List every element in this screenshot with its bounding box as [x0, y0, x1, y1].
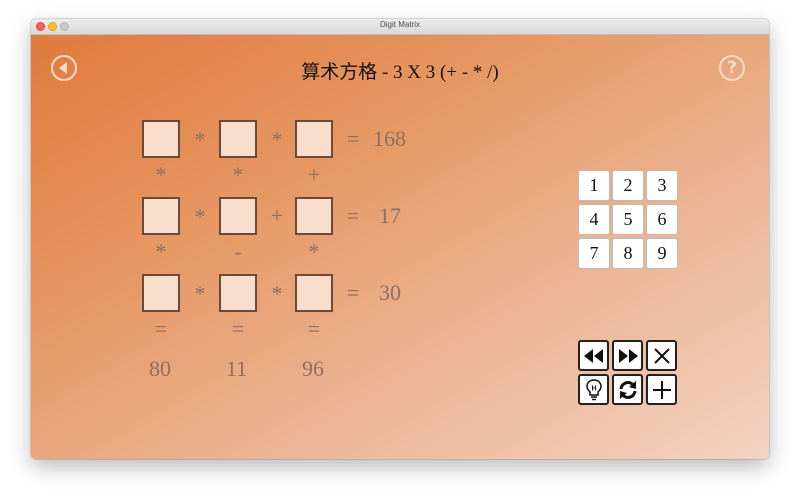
keypad-key-6[interactable]: 6	[646, 204, 678, 235]
keypad-key-5[interactable]: 5	[612, 204, 644, 235]
keypad-key-2[interactable]: 2	[612, 170, 644, 201]
refresh-icon	[619, 380, 636, 399]
close-icon	[653, 347, 670, 364]
keypad-key-3[interactable]: 3	[646, 170, 678, 201]
keypad-key-8[interactable]: 8	[612, 238, 644, 269]
plus-icon	[652, 380, 671, 399]
game-area: 算术方格 - 3 X 3 (+ - * /) ? * * = 168 * * +…	[31, 35, 769, 459]
row-operator: *	[194, 127, 206, 152]
restart-button[interactable]	[612, 374, 643, 405]
row-equals: =	[346, 126, 360, 151]
keypad-key-7[interactable]: 7	[578, 238, 610, 269]
column-operator: *	[308, 239, 320, 264]
new-puzzle-button[interactable]	[646, 374, 677, 405]
keypad-key-9[interactable]: 9	[646, 238, 678, 269]
row-operator: *	[271, 281, 283, 306]
help-button[interactable]: ?	[719, 55, 745, 81]
column-result: 11	[226, 356, 248, 381]
keypad-key-4[interactable]: 4	[578, 204, 610, 235]
grid-cell-r1c3[interactable]	[295, 120, 333, 158]
column-result: 80	[149, 356, 171, 381]
row-operator: *	[194, 281, 206, 306]
column-operator: *	[155, 162, 167, 187]
column-operator: +	[307, 162, 321, 187]
help-icon: ?	[727, 58, 737, 78]
column-operator: -	[234, 239, 242, 264]
column-operator: *	[232, 162, 244, 187]
grid-cell-r3c1[interactable]	[142, 274, 180, 312]
column-equals: =	[154, 316, 168, 341]
row-equals: =	[346, 280, 360, 305]
hint-letter: H	[591, 385, 596, 392]
grid-cell-r1c2[interactable]	[219, 120, 257, 158]
row-operator: *	[194, 204, 206, 229]
column-equals: =	[307, 316, 321, 341]
row-result: 168	[373, 126, 406, 151]
rewind-button[interactable]	[578, 340, 609, 371]
column-operator: *	[155, 239, 167, 264]
row-equals: =	[346, 203, 360, 228]
grid-cell-r3c2[interactable]	[219, 274, 257, 312]
page-title: 算术方格 - 3 X 3 (+ - * /)	[301, 62, 499, 83]
window-title: Digit Matrix	[379, 20, 420, 29]
fast-forward-button[interactable]	[612, 340, 643, 371]
clear-button[interactable]	[646, 340, 677, 371]
grid-cell-r3c3[interactable]	[295, 274, 333, 312]
lightbulb-icon: H	[585, 378, 602, 400]
grid-cell-r2c1[interactable]	[142, 197, 180, 235]
app-window: Digit Matrix 算术方格 - 3 X 3 (+ - * /) ? * …	[31, 19, 769, 459]
hint-button[interactable]: H	[578, 374, 609, 405]
row-result: 17	[379, 203, 401, 228]
row-result: 30	[379, 280, 401, 305]
row-operator: +	[270, 203, 284, 228]
grid-cell-r2c3[interactable]	[295, 197, 333, 235]
fast-forward-icon	[618, 348, 638, 363]
row-operator: *	[271, 127, 283, 152]
grid-cell-r2c2[interactable]	[219, 197, 257, 235]
rewind-icon	[583, 348, 603, 363]
column-result: 96	[302, 356, 324, 381]
title-bar: Digit Matrix	[31, 19, 769, 35]
column-equals: =	[231, 316, 245, 341]
keypad-key-1[interactable]: 1	[578, 170, 610, 201]
grid-cell-r1c1[interactable]	[142, 120, 180, 158]
